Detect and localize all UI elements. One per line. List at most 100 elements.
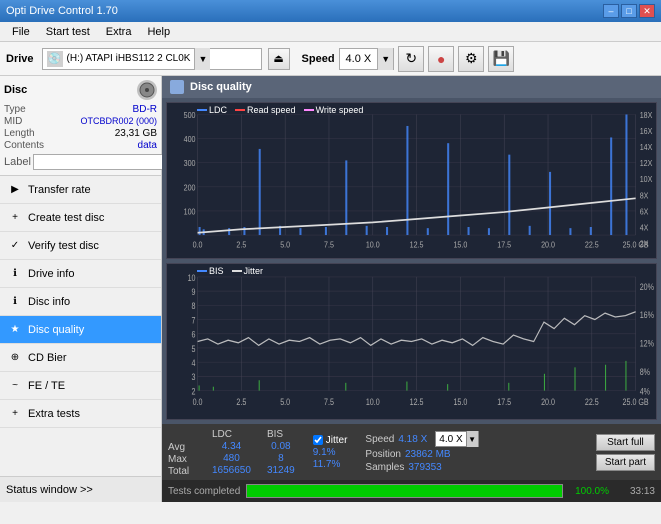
mid-label: MID xyxy=(4,116,22,127)
cd-bier-icon: ⊕ xyxy=(8,351,22,365)
jitter-max: 11.7% xyxy=(313,459,348,470)
svg-text:8X: 8X xyxy=(640,191,649,201)
menu-extra[interactable]: Extra xyxy=(98,24,140,40)
legend-bis-color xyxy=(197,270,207,272)
svg-text:8: 8 xyxy=(192,301,196,311)
legend-read-speed: Read speed xyxy=(235,105,296,115)
speed-select-wrap: 4.0 X ▼ xyxy=(339,48,395,70)
svg-text:12X: 12X xyxy=(640,159,653,169)
progress-pct: 100.0% xyxy=(569,486,609,497)
nav-cd-bier-label: CD Bier xyxy=(28,352,67,364)
bis-avg: 0.08 xyxy=(267,441,295,452)
drive-label: Drive xyxy=(6,53,34,65)
nav-drive-info[interactable]: ℹ Drive info xyxy=(0,260,161,288)
svg-text:16%: 16% xyxy=(640,310,654,320)
svg-text:4%: 4% xyxy=(640,387,650,397)
svg-text:10.0: 10.0 xyxy=(366,397,380,407)
samples-label: Samples xyxy=(365,462,404,473)
ldc-stats: LDC 4.34 480 1656650 xyxy=(212,429,251,476)
content-header: Disc quality xyxy=(162,76,661,98)
fe-te-icon: ~ xyxy=(8,379,22,393)
speed-select-display: 4.0 X xyxy=(436,434,465,445)
disc-panel: Disc Type BD-R MID OTCBDR002 (000) Lengt… xyxy=(0,76,161,176)
ldc-avg: 4.34 xyxy=(212,441,251,452)
sidebar-nav: ▶ Transfer rate + Create test disc ✓ Ver… xyxy=(0,176,161,476)
mid-value: OTCBDR002 (000) xyxy=(80,116,157,127)
speed-select-widget[interactable]: 4.0 X ▼ xyxy=(435,431,478,447)
svg-text:400: 400 xyxy=(184,135,196,145)
nav-verify-test-disc-label: Verify test disc xyxy=(28,240,99,252)
menu-start-test[interactable]: Start test xyxy=(38,24,98,40)
progress-bar-container: Tests completed 100.0% 33:13 xyxy=(162,480,661,502)
save-button[interactable]: 💾 xyxy=(488,46,514,72)
menu-help[interactable]: Help xyxy=(139,24,178,40)
svg-text:7.5: 7.5 xyxy=(324,397,334,407)
ldc-total: 1656650 xyxy=(212,465,251,476)
drive-dropdown-arrow[interactable]: ▼ xyxy=(194,48,210,70)
contents-label: Contents xyxy=(4,140,44,151)
titlebar: Opti Drive Control 1.70 – □ ✕ xyxy=(0,0,661,22)
start-part-button[interactable]: Start part xyxy=(596,454,655,471)
top-chart: LDC Read speed Write speed xyxy=(166,102,657,259)
svg-text:500: 500 xyxy=(184,111,196,121)
svg-text:20%: 20% xyxy=(640,282,654,292)
svg-text:7: 7 xyxy=(192,316,196,326)
svg-text:0.0: 0.0 xyxy=(193,397,203,407)
legend-jitter: Jitter xyxy=(232,266,264,276)
svg-text:200: 200 xyxy=(184,183,196,193)
stats-bar: Avg Max Total LDC 4.34 480 1656650 BIS 0… xyxy=(162,424,661,480)
progress-bar-inner xyxy=(247,485,562,497)
bis-stats: BIS 0.08 8 31249 xyxy=(267,429,295,476)
total-label: Total xyxy=(168,466,204,477)
speed-dropdown-arrow[interactable]: ▼ xyxy=(377,48,393,70)
legend-ldc-color xyxy=(197,109,207,111)
disc-panel-title: Disc xyxy=(4,84,27,96)
svg-text:8%: 8% xyxy=(640,367,650,377)
burn-button[interactable]: ● xyxy=(428,46,454,72)
bottom-chart-svg: 10 9 8 7 6 5 4 3 2 20% 16% 12% 8% 4% xyxy=(167,264,656,419)
nav-verify-test-disc[interactable]: ✓ Verify test disc xyxy=(0,232,161,260)
svg-text:6: 6 xyxy=(192,330,196,340)
nav-disc-quality-label: Disc quality xyxy=(28,324,84,336)
jitter-checkbox[interactable] xyxy=(313,435,323,445)
svg-text:12.5: 12.5 xyxy=(410,240,424,250)
label-input[interactable] xyxy=(33,154,171,170)
length-value: 23,31 GB xyxy=(115,128,157,139)
svg-text:10X: 10X xyxy=(640,175,653,185)
eject-button[interactable]: ⏏ xyxy=(268,48,290,70)
bottom-chart: BIS Jitter xyxy=(166,263,657,420)
speed-select-arrow[interactable]: ▼ xyxy=(466,431,478,447)
position-val: 23862 MB xyxy=(405,449,451,460)
toolbar: Drive 💿 (H:) ATAPI iHBS112 2 CL0K ▼ ⏏ Sp… xyxy=(0,42,661,76)
verify-test-disc-icon: ✓ xyxy=(8,239,22,253)
svg-text:17.5: 17.5 xyxy=(497,397,511,407)
disc-info-icon: ℹ xyxy=(8,295,22,309)
nav-extra-tests[interactable]: + Extra tests xyxy=(0,400,161,428)
drive-select[interactable]: 💿 (H:) ATAPI iHBS112 2 CL0K ▼ xyxy=(42,48,262,70)
svg-text:12.5: 12.5 xyxy=(410,397,424,407)
ldc-header: LDC xyxy=(212,429,251,440)
speed-stat-label: Speed xyxy=(365,434,394,445)
refresh-button[interactable]: ↻ xyxy=(398,46,424,72)
svg-text:5: 5 xyxy=(192,344,196,354)
charts-container: LDC Read speed Write speed xyxy=(162,98,661,424)
nav-cd-bier[interactable]: ⊕ CD Bier xyxy=(0,344,161,372)
legend-jitter-label: Jitter xyxy=(244,266,264,276)
nav-disc-quality[interactable]: ★ Disc quality xyxy=(0,316,161,344)
nav-fe-te[interactable]: ~ FE / TE xyxy=(0,372,161,400)
nav-disc-info[interactable]: ℹ Disc info xyxy=(0,288,161,316)
svg-text:20.0: 20.0 xyxy=(541,397,555,407)
minimize-button[interactable]: – xyxy=(603,4,619,18)
menu-file[interactable]: File xyxy=(4,24,38,40)
nav-transfer-rate[interactable]: ▶ Transfer rate xyxy=(0,176,161,204)
maximize-button[interactable]: □ xyxy=(621,4,637,18)
status-window-button[interactable]: Status window >> xyxy=(0,476,161,502)
svg-text:22.5: 22.5 xyxy=(585,240,599,250)
nav-create-test-disc[interactable]: + Create test disc xyxy=(0,204,161,232)
content-area: Disc quality LDC Read speed Wri xyxy=(162,76,661,502)
start-full-button[interactable]: Start full xyxy=(596,434,655,451)
svg-text:5.0: 5.0 xyxy=(280,397,290,407)
avg-label: Avg xyxy=(168,442,204,453)
close-button[interactable]: ✕ xyxy=(639,4,655,18)
settings-button[interactable]: ⚙ xyxy=(458,46,484,72)
